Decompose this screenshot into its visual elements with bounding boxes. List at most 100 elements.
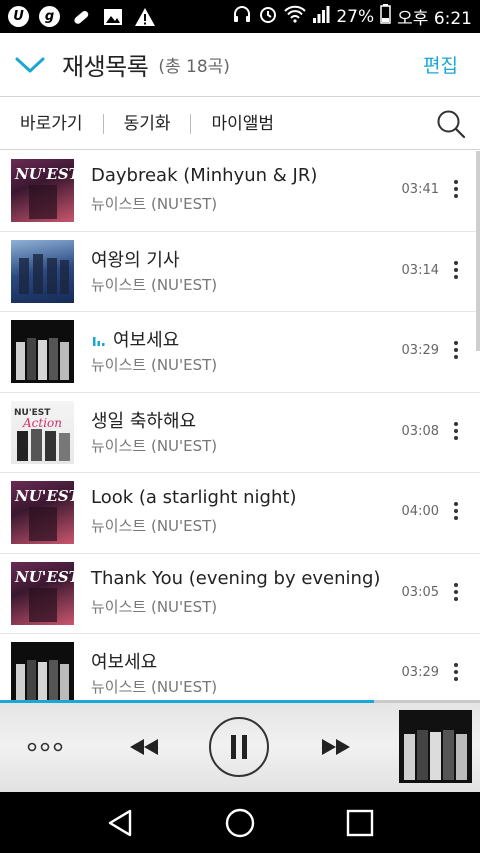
more-options-player-button[interactable] xyxy=(22,732,68,762)
now-playing-album-art[interactable] xyxy=(399,710,472,783)
song-artist: 뉴이스트 (NU'EST) xyxy=(91,195,218,213)
battery-icon xyxy=(380,4,391,29)
song-duration: 04:00 xyxy=(401,504,439,519)
more-options-button[interactable] xyxy=(444,580,468,604)
g-app-icon: g xyxy=(39,6,60,27)
recents-button[interactable] xyxy=(340,803,380,843)
song-duration: 03:29 xyxy=(401,343,439,358)
svg-text:Action: Action xyxy=(22,416,62,430)
back-button[interactable] xyxy=(100,803,140,843)
collapse-button[interactable] xyxy=(4,33,56,97)
song-title: Daybreak (Minhyun & JR) xyxy=(91,165,318,186)
pause-icon xyxy=(231,735,247,759)
svg-text:NU'EST: NU'EST xyxy=(14,487,74,505)
song-artist: 뉴이스트 (NU'EST) xyxy=(91,517,218,535)
more-options-button[interactable] xyxy=(444,419,468,443)
list-scrollbar[interactable] xyxy=(476,151,480,351)
song-artist: 뉴이스트 (NU'EST) xyxy=(91,356,218,374)
song-duration: 03:14 xyxy=(401,262,439,278)
song-row[interactable]: NU'EST Daybreak (Minhyun & JR) 뉴이스트 (NU'… xyxy=(0,151,480,232)
home-circle-icon xyxy=(225,808,255,837)
song-duration: 03:29 xyxy=(401,665,439,680)
song-row[interactable]: 여왕의 기사 뉴이스트 (NU'EST) 03:14 xyxy=(0,232,480,312)
song-duration: 03:41 xyxy=(401,182,439,197)
album-art: NU'EST xyxy=(11,561,74,625)
u-plus-icon: U xyxy=(8,6,29,27)
song-duration: 03:08 xyxy=(401,423,439,439)
song-artist: 뉴이스트 (NU'EST) xyxy=(91,275,218,294)
status-bar: U g 27% 오후 6:21 xyxy=(0,0,480,33)
album-art xyxy=(11,239,74,303)
search-button[interactable] xyxy=(436,109,466,139)
song-row[interactable]: NU'EST Thank You (evening by evening) 뉴이… xyxy=(0,554,480,634)
song-row[interactable]: NU'EST Action 생일 축하해요 뉴이스트 (NU'EST) 03:08 xyxy=(0,393,480,473)
song-title: 생일 축하해요 xyxy=(91,410,197,432)
warning-icon xyxy=(134,6,156,28)
song-count: (총 18곡) xyxy=(158,57,230,77)
playback-progress-fill xyxy=(0,700,375,703)
album-art: NU'EST xyxy=(11,159,74,222)
battery-percent: 27% xyxy=(336,6,375,27)
song-artist: 뉴이스트 (NU'EST) xyxy=(91,436,218,455)
song-row[interactable]: 여보세요 뉴이스트 (NU'EST) 03:29 xyxy=(0,634,480,700)
more-options-button[interactable] xyxy=(444,499,468,523)
back-triangle-icon xyxy=(108,809,132,836)
recents-square-icon xyxy=(346,809,374,836)
song-list: NU'EST Daybreak (Minhyun & JR) 뉴이스트 (NU'… xyxy=(0,151,480,700)
song-title: 여보세요 xyxy=(91,652,158,673)
fast-forward-icon xyxy=(322,739,350,755)
more-vertical-icon xyxy=(454,582,458,601)
headphones-icon xyxy=(232,5,252,28)
svg-text:NU'EST: NU'EST xyxy=(14,568,74,586)
rewind-icon xyxy=(130,739,158,755)
song-title: Thank You (evening by evening) xyxy=(91,567,381,589)
playlist-menu: 바로가기 동기화 마이앨범 xyxy=(0,98,480,150)
sync-menu-item[interactable]: 동기화 xyxy=(104,113,191,135)
search-icon xyxy=(437,110,466,138)
more-options-button[interactable] xyxy=(444,660,468,684)
album-art xyxy=(11,320,74,383)
song-title: Look (a starlight night) xyxy=(91,487,297,508)
more-vertical-icon xyxy=(454,341,458,359)
chevron-down-icon xyxy=(15,57,45,72)
more-options-button[interactable] xyxy=(444,177,468,201)
svg-text:NU'EST: NU'EST xyxy=(14,165,74,183)
song-duration: 03:05 xyxy=(401,584,439,600)
pause-button[interactable] xyxy=(209,717,269,777)
more-vertical-icon xyxy=(454,663,458,681)
more-options-button[interactable] xyxy=(444,258,468,282)
alarm-icon xyxy=(258,4,278,29)
song-title: 여왕의 기사 xyxy=(91,249,180,271)
home-button[interactable] xyxy=(220,803,260,843)
more-horizontal-icon xyxy=(27,742,63,752)
song-title: 여보세요 xyxy=(91,326,179,352)
image-icon xyxy=(102,6,124,28)
more-options-button[interactable] xyxy=(444,338,468,362)
more-vertical-icon xyxy=(454,421,458,440)
song-artist: 뉴이스트 (NU'EST) xyxy=(91,597,218,616)
pill-icon xyxy=(70,6,92,28)
playlist-header: 재생목록 (총 18곡) 편집 xyxy=(0,33,480,97)
album-art: NU'EST Action xyxy=(11,400,74,464)
page-title: 재생목록 xyxy=(62,53,149,81)
wifi-icon xyxy=(284,5,307,28)
navigation-bar xyxy=(0,792,480,853)
signal-icon xyxy=(312,5,330,28)
album-art xyxy=(11,642,74,700)
previous-button[interactable] xyxy=(122,730,166,764)
more-vertical-icon xyxy=(454,260,458,279)
song-artist: 뉴이스트 (NU'EST) xyxy=(91,678,218,696)
shortcut-menu-item[interactable]: 바로가기 xyxy=(0,113,103,135)
status-time: 오후 6:21 xyxy=(397,9,472,29)
album-art: NU'EST xyxy=(11,481,74,544)
playback-progress[interactable] xyxy=(0,700,480,703)
more-vertical-icon xyxy=(454,502,458,520)
next-button[interactable] xyxy=(314,730,358,764)
song-row[interactable]: 여보세요 뉴이스트 (NU'EST) 03:29 xyxy=(0,312,480,393)
mini-player xyxy=(0,700,480,792)
more-vertical-icon xyxy=(454,180,458,198)
my-album-menu-item[interactable]: 마이앨범 xyxy=(191,113,294,135)
edit-button[interactable]: 편집 xyxy=(423,51,458,78)
song-row[interactable]: NU'EST Look (a starlight night) 뉴이스트 (NU… xyxy=(0,473,480,554)
now-playing-icon xyxy=(93,337,105,346)
